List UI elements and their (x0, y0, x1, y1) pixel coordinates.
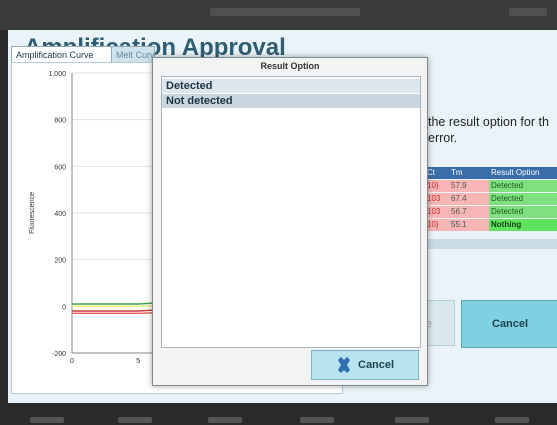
dialog-cancel-button[interactable]: Cancel (311, 350, 419, 380)
taskbar-item[interactable] (300, 417, 334, 423)
cell-ct: 103 (425, 206, 449, 218)
cell-ct: 10} (425, 219, 449, 231)
option-detected[interactable]: Detected (162, 79, 420, 93)
result-option-list[interactable]: Detected Not detected (161, 76, 421, 348)
y-tick-label: 800 (54, 118, 66, 125)
taskbar-item[interactable] (208, 417, 242, 423)
cell-ct: 10} (425, 180, 449, 192)
cell-tm: 57.9 (449, 180, 489, 192)
dialog-cancel-label: Cancel (358, 359, 395, 371)
cancel-button[interactable]: Cancel (461, 300, 557, 348)
cell-tm: 67.4 (449, 193, 489, 205)
taskbar-item[interactable] (395, 417, 429, 423)
y-tick-label: -200 (52, 351, 66, 358)
table-scrollbar[interactable] (425, 239, 557, 249)
cell-result[interactable]: Nothing (489, 219, 557, 231)
close-icon (338, 357, 350, 373)
dialog-title: Result Option (153, 58, 427, 74)
y-tick-label: 0 (62, 304, 66, 311)
y-tick-label: 600 (54, 164, 66, 171)
taskbar-item[interactable] (30, 417, 64, 423)
bottom-taskbar (0, 403, 557, 425)
window-title-blur (210, 8, 360, 16)
option-not-detected[interactable]: Not detected (162, 94, 420, 108)
table-header-row: Ct Tm Result Option (425, 167, 557, 179)
y-axis-label: Fluorescence (29, 192, 36, 234)
taskbar-item[interactable] (495, 417, 529, 423)
cell-result[interactable]: Detected (489, 206, 557, 218)
table-row[interactable]: 103 56.7 Detected (425, 206, 557, 218)
instruction-message: the result option for th error. (428, 115, 549, 145)
x-tick-label: 0 (70, 358, 74, 365)
y-tick-label: 200 (54, 258, 66, 265)
header-result-option: Result Option (489, 167, 557, 179)
y-tick-label: 400 (54, 211, 66, 218)
y-tick-label: 1.000 (48, 71, 66, 78)
cell-tm: 56.7 (449, 206, 489, 218)
header-tm: Tm (449, 167, 489, 179)
cell-result[interactable]: Detected (489, 180, 557, 192)
cell-tm: 55.1 (449, 219, 489, 231)
table-row[interactable]: 10} 57.9 Detected (425, 180, 557, 192)
window-titlebar (0, 0, 557, 30)
cell-result[interactable]: Detected (489, 193, 557, 205)
table-row[interactable]: 10} 55.1 Nothing (425, 219, 557, 231)
result-option-dialog: Result Option Detected Not detected Canc… (152, 57, 428, 386)
window-controls-blur (509, 8, 547, 16)
taskbar-item[interactable] (118, 417, 152, 423)
table-row[interactable]: 103 67.4 Detected (425, 193, 557, 205)
x-tick-label: 5 (136, 358, 140, 365)
cell-ct: 103 (425, 193, 449, 205)
header-ct: Ct (425, 167, 449, 179)
